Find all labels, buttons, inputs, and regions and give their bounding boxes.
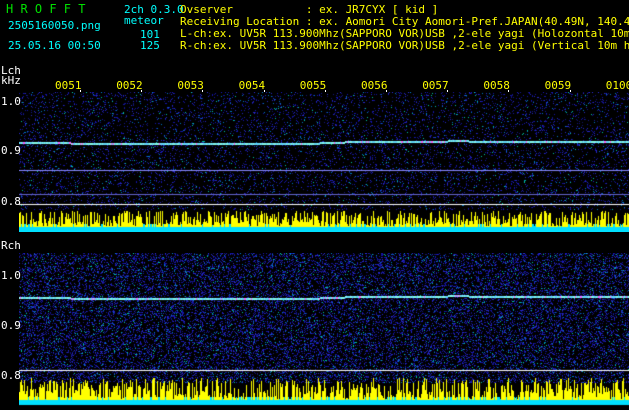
time-tick-label: 0053 xyxy=(177,79,204,92)
rch-description: R-ch:ex. UV5R 113.900Mhz(SAPPORO VOR)USB… xyxy=(180,39,629,52)
rch-ytick-2: 0.9 xyxy=(1,319,21,332)
time-tick-label: 0058 xyxy=(483,79,510,92)
time-tick-label: 0059 xyxy=(544,79,572,92)
lch-spectrogram xyxy=(19,92,629,232)
time-tick-label: 0055 xyxy=(299,79,327,92)
time-tick-label: 0051 xyxy=(55,79,82,92)
capture-datetime: 25.05.16 00:50 xyxy=(8,39,101,52)
time-tick-label: 0100 xyxy=(605,79,629,92)
file-name: 2505160050.png xyxy=(8,19,101,32)
meteor-count-rch: 125 xyxy=(140,39,160,52)
rch-ytick-1: 1.0 xyxy=(1,269,21,282)
rch-label: Rch xyxy=(1,239,21,252)
lch-ytick-3: 0.8 xyxy=(1,195,21,208)
rch-spectrogram xyxy=(19,253,629,410)
hroft-display: H R O F F T 2ch 0.3.0 2505160050.png met… xyxy=(0,0,629,410)
time-tick-label: 0056 xyxy=(361,79,388,92)
time-tick-label: 0054 xyxy=(238,79,266,92)
rch-ytick-3: 0.8 xyxy=(1,369,21,382)
app-brand: H R O F F T xyxy=(6,2,86,16)
time-tick-label: 0057 xyxy=(422,79,449,92)
lch-ytick-1: 1.0 xyxy=(1,95,21,108)
lch-ytick-2: 0.9 xyxy=(1,144,21,157)
meteor-label: meteor xyxy=(124,14,164,27)
time-tick-label: 0052 xyxy=(116,79,143,92)
